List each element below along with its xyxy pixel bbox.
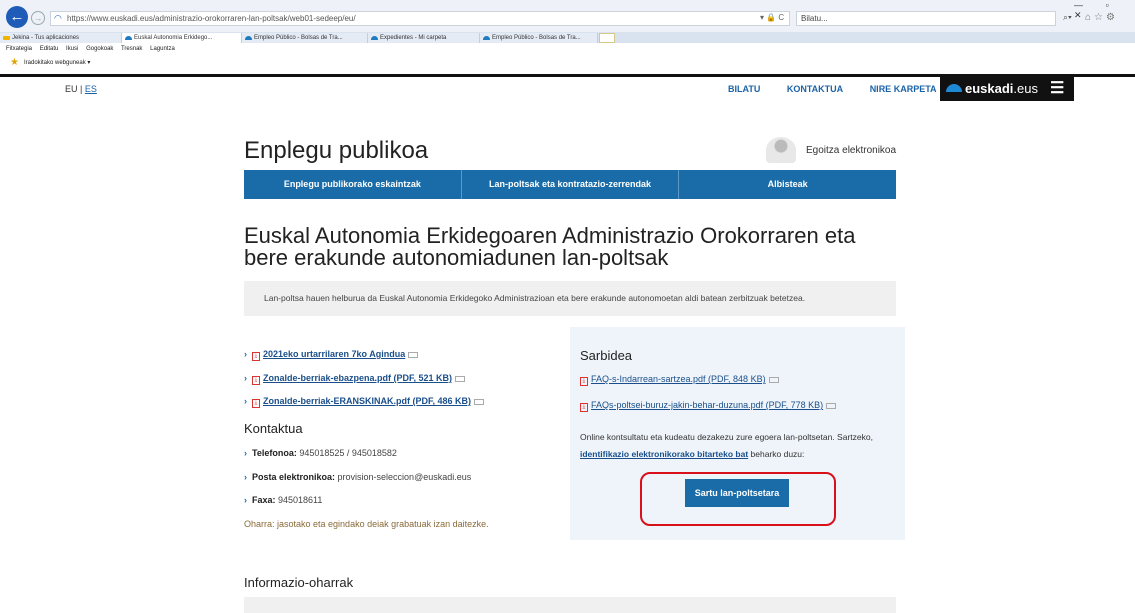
euskadi-logo-icon [946, 84, 962, 92]
topnav-my-folder[interactable]: NIRE KARPETA [870, 84, 937, 94]
chevron-right-icon: › [244, 448, 247, 458]
document-link[interactable]: › ⤓ Zonalde-berriak-ebazpena.pdf (PDF, 521… [244, 373, 466, 385]
site-icon: ◠ [54, 13, 62, 23]
nav-news[interactable]: Albisteak [679, 170, 896, 199]
chevron-right-icon: › [244, 373, 247, 383]
menu-help[interactable]: Laguntza [150, 46, 175, 52]
back-button[interactable]: ← [6, 6, 28, 28]
browser-tab[interactable]: Expedientes - Mi carpeta [368, 33, 480, 43]
external-link-icon [768, 376, 779, 383]
section-nav: Enplegu publikorako eskaintzak Lan-polts… [244, 170, 896, 199]
external-link-icon [474, 398, 485, 405]
menu-tools[interactable]: Tresnak [121, 46, 142, 52]
top-nav: BILATU KONTAKTUA NIRE KARPETA [728, 84, 961, 94]
main-heading: Euskal Autonomia Erkidegoaren Administra… [244, 223, 856, 270]
chevron-right-icon: › [244, 495, 247, 505]
euskadi-brand[interactable]: euskadi.eus ☰ [940, 77, 1074, 101]
info-notes-box [244, 597, 896, 613]
nav-job-pools[interactable]: Lan-poltsak eta kontratazio-zerrendak [462, 170, 680, 199]
external-link-icon [408, 351, 419, 358]
forward-button[interactable]: → [31, 11, 45, 25]
electronic-office-link[interactable]: Egoitza elektronikoa [806, 145, 896, 156]
menu-file[interactable]: Fitxategia [6, 46, 32, 52]
menu-view[interactable]: Ikusi [66, 46, 78, 52]
pdf-icon: ⤓ [252, 352, 260, 361]
url-tools[interactable]: ▾ 🔒 C [760, 13, 784, 22]
faq-link[interactable]: ⤓ FAQs-poltsei-buruz-jakin-behar-duzuna.p… [580, 400, 837, 412]
topnav-search[interactable]: BILATU [728, 84, 760, 94]
lang-es[interactable]: ES [85, 84, 97, 94]
lang-eu[interactable]: EU [65, 84, 78, 94]
chevron-right-icon: › [244, 472, 247, 482]
menu-hamburger-icon[interactable]: ☰ [1050, 78, 1064, 98]
url-field[interactable]: ◠ https://www.euskadi.eus/administrazio-… [50, 11, 790, 26]
suggested-sites-link[interactable]: Iradokitako webguneak ▾ [24, 56, 90, 70]
browser-chrome: ← → ◠ https://www.euskadi.eus/administra… [0, 0, 1135, 74]
pdf-icon: ⤓ [252, 399, 260, 408]
topnav-contact[interactable]: KONTAKTUA [787, 84, 843, 94]
faq-link[interactable]: ⤓ FAQ-s-Indarrean-sartzea.pdf (PDF, 848 K… [580, 374, 779, 386]
document-link[interactable]: › ⤓ Zonalde-berriak-ERANSKINAK.pdf (PDF, 4… [244, 396, 485, 408]
tab-strip: Jekina - Tus aplicaciones Euskal Autonom… [0, 32, 1135, 43]
contact-fax: › Faxa: 945018611 [244, 495, 323, 505]
address-bar-row: ← → ◠ https://www.euskadi.eus/administra… [0, 0, 1135, 32]
access-title: Sarbidea [580, 348, 633, 363]
info-notes-title: Informazio-oharrak [244, 575, 354, 590]
government-seal-icon [766, 137, 796, 163]
chevron-right-icon: › [244, 349, 247, 359]
favorites-bar: ★ Iradokitako webguneak ▾ [0, 56, 1135, 70]
enter-job-pools-button[interactable]: Sartu lan-poltsetara [685, 479, 789, 507]
lang-separator: | [77, 84, 85, 94]
pdf-icon: ⤓ [252, 376, 260, 385]
electronic-id-link[interactable]: identifikazio elektronikorako bitarteko … [580, 449, 748, 459]
tab-favicon-icon [125, 36, 132, 40]
window-controls[interactable]: — ▫ ✕ [1074, 0, 1135, 20]
browser-tab[interactable]: Jekina - Tus aplicaciones [0, 33, 122, 43]
browser-search-input[interactable]: Bilatu... [796, 11, 1056, 26]
online-access-text: Online kontsultatu eta kudeatu dezakezu … [580, 432, 873, 459]
external-link-icon [826, 402, 837, 409]
browser-tab-active[interactable]: Euskal Autonomia Erkidego... [122, 33, 242, 43]
nav-public-job-offers[interactable]: Enplegu publikorako eskaintzak [244, 170, 462, 199]
document-link[interactable]: › ⤓ 2021eko urtarrilaren 7ko Agindua [244, 349, 419, 361]
contact-email: › Posta elektronikoa: provision-seleccion… [244, 472, 472, 482]
page-title: Enplegu publikoa [244, 137, 429, 164]
intro-box: Lan-poltsa hauen helburua da Euskal Auto… [244, 281, 896, 316]
external-link-icon [455, 375, 466, 382]
new-tab-button[interactable] [599, 33, 615, 43]
brand-name: euskadi.eus [965, 81, 1038, 96]
language-switcher: EU | ES [65, 84, 97, 94]
recording-note: Oharra: jasotako eta egindako deiak grab… [244, 519, 489, 529]
contact-phone: › Telefonoa: 945018525 / 945018582 [244, 448, 397, 458]
menu-bar: Fitxategia Editatu Ikusi Gogokoak Tresna… [0, 44, 1135, 55]
tab-favicon-icon [371, 36, 378, 40]
tab-favicon-icon [483, 36, 490, 40]
menu-favorites[interactable]: Gogokoak [86, 46, 113, 52]
favorites-star-icon[interactable]: ★ [10, 56, 19, 70]
tab-favicon-icon [3, 36, 10, 40]
chevron-right-icon: › [244, 396, 247, 406]
browser-tab[interactable]: Empleo Público - Bolsas de Tra... [242, 33, 368, 43]
search-icon[interactable]: ⌕▾ [1063, 12, 1072, 23]
url-text: https://www.euskadi.eus/administrazio-or… [67, 14, 356, 23]
tab-favicon-icon [245, 36, 252, 40]
menu-edit[interactable]: Editatu [40, 46, 59, 52]
browser-tab[interactable]: Empleo Público - Bolsas de Tra... [480, 33, 598, 43]
toolbar-icons[interactable]: ⌂☆⚙ [1085, 12, 1118, 23]
contact-title: Kontaktua [244, 421, 303, 436]
pdf-icon: ⤓ [580, 403, 588, 412]
pdf-icon: ⤓ [580, 377, 588, 386]
